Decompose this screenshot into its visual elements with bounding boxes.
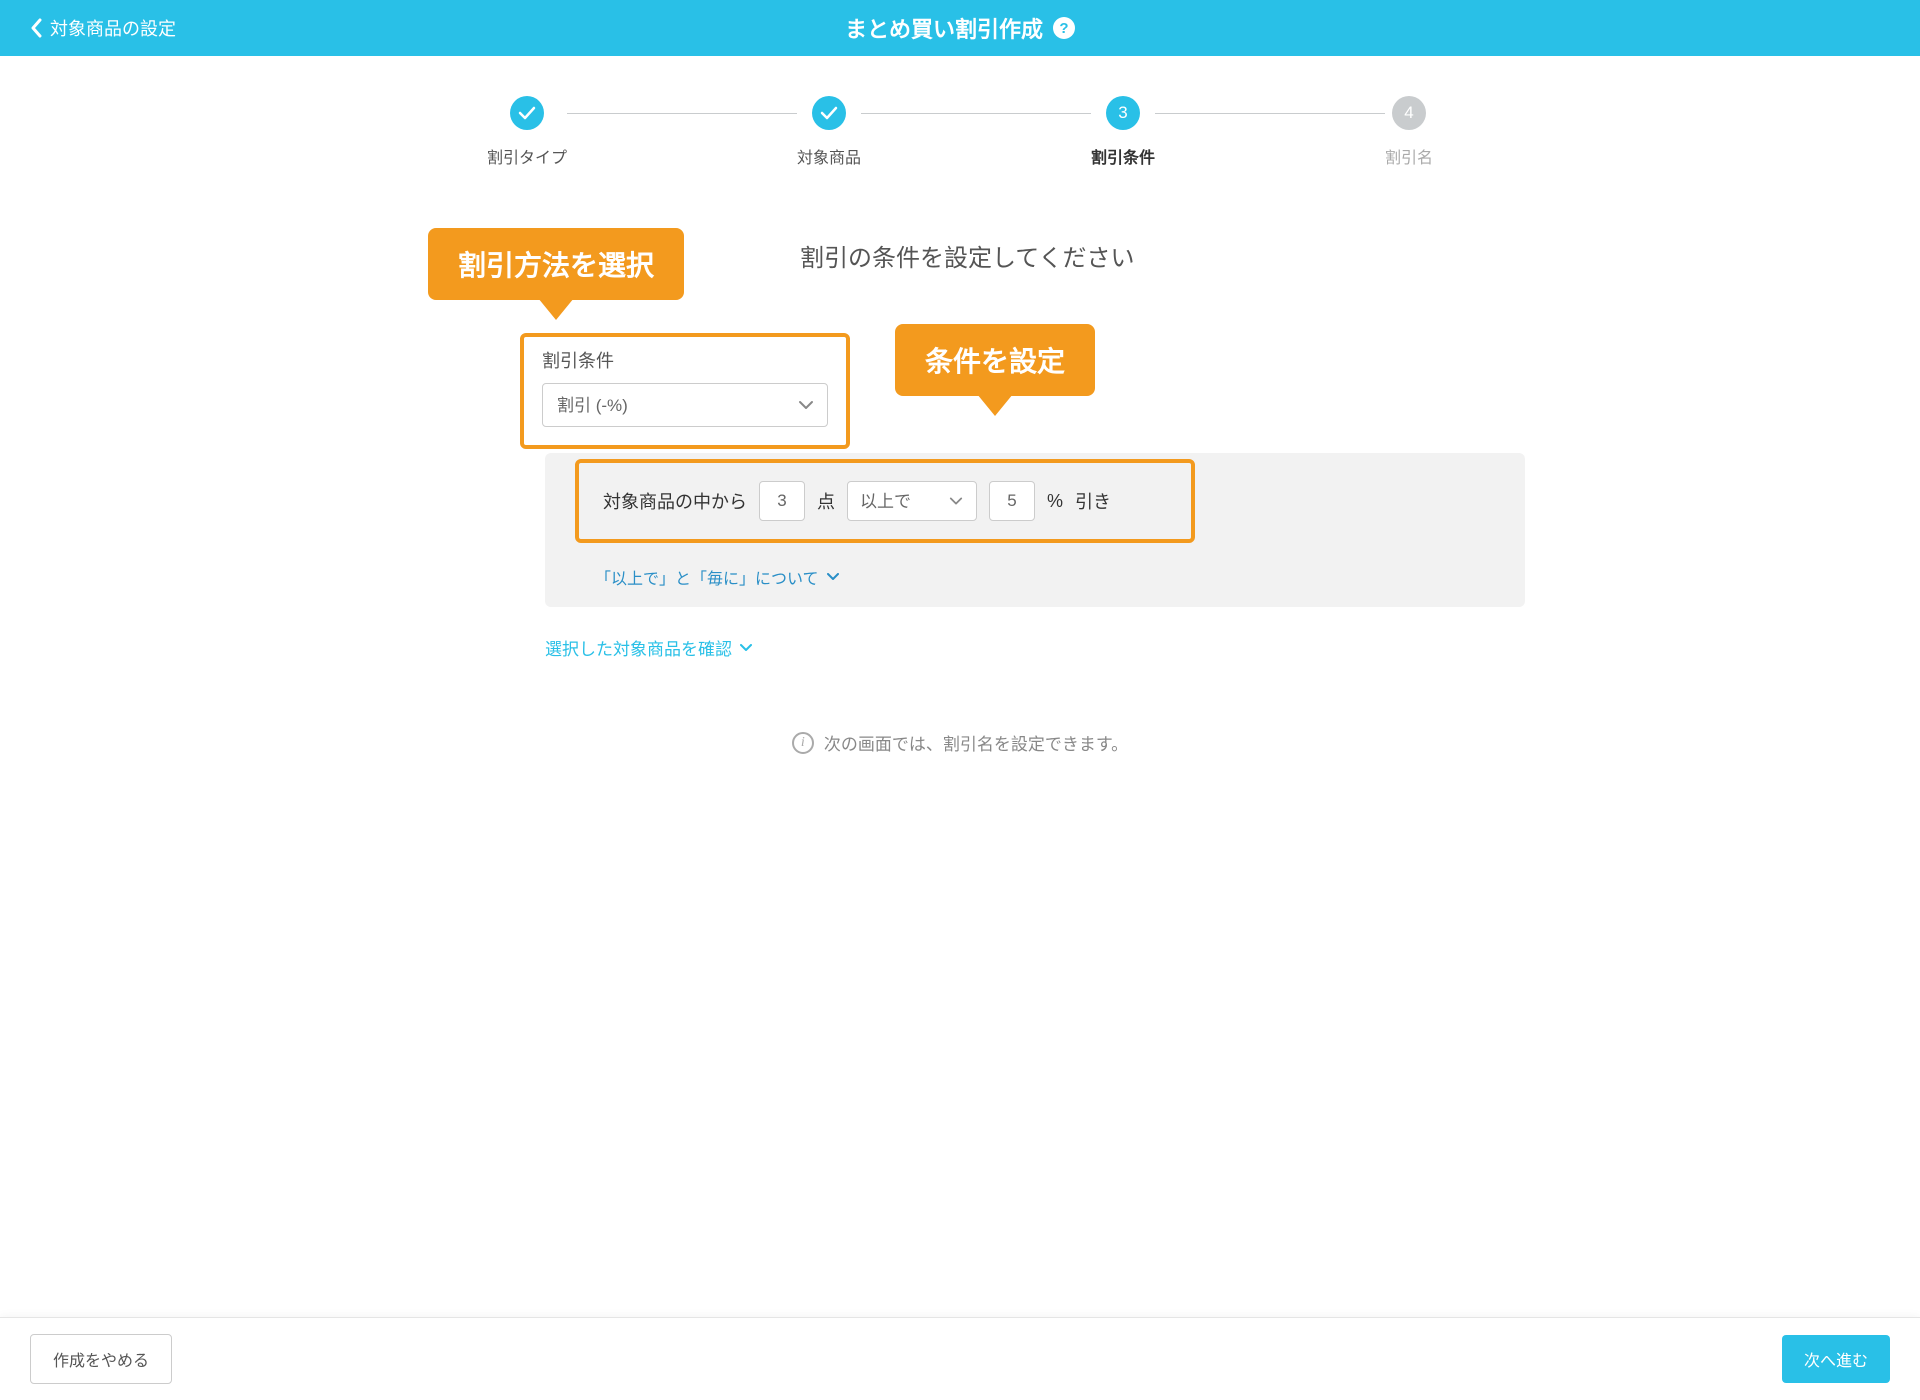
quantity-unit: 点 [817,488,835,514]
callout-set-condition: 条件を設定 [895,324,1095,396]
percent-input[interactable] [989,481,1035,521]
step-indicator [510,96,544,130]
percent-symbol: % [1047,491,1063,512]
chevron-down-icon [740,644,752,652]
check-icon [518,106,536,120]
help-icon[interactable]: ? [1053,17,1075,39]
step-label: 割引タイプ [487,144,567,168]
step-label: 対象商品 [797,144,861,168]
step-indicator: 3 [1106,96,1140,130]
info-icon: i [792,732,814,754]
callout-arrow-icon [538,298,574,320]
check-icon [820,106,838,120]
step-label: 割引条件 [1091,144,1155,168]
callout-text: 条件を設定 [925,346,1065,377]
operator-select[interactable]: 以上で [847,481,977,521]
back-label: 対象商品の設定 [50,15,176,41]
discount-type-label: 割引条件 [542,347,828,373]
step-label: 割引名 [1385,144,1433,168]
discount-type-select-wrap: 割引 (-%) [542,383,828,427]
content-area: 割引方法を選択 条件を設定 割引の条件を設定してください 割引条件 割引 (-%… [320,238,1600,755]
step-discount-type: 割引タイプ [487,96,567,168]
step-target-products: 対象商品 [797,96,861,168]
stepper: 割引タイプ 対象商品 3 割引条件 4 割引名 [320,96,1600,168]
operator-select-wrap: 以上で [847,481,977,521]
step-discount-condition: 3 割引条件 [1091,96,1155,168]
about-link[interactable]: 「以上で」と「毎に」について [575,565,1495,589]
footer-bar: 作成をやめる 次へ進む [0,1317,1920,1400]
confirm-products-link[interactable]: 選択した対象商品を確認 [545,635,1480,660]
next-button[interactable]: 次へ進む [1782,1335,1890,1383]
step-discount-name: 4 割引名 [1385,96,1433,168]
page-title: まとめ買い割引作成 [845,12,1043,44]
step-indicator: 4 [1392,96,1426,130]
cancel-button[interactable]: 作成をやめる [30,1334,172,1384]
step-connector [1155,113,1385,114]
back-button[interactable]: 対象商品の設定 [30,15,176,41]
discount-type-select[interactable]: 割引 (-%) [542,383,828,427]
info-row: i 次の画面では、割引名を設定できます。 [440,730,1480,755]
page-header: 対象商品の設定 まとめ買い割引作成 ? [0,0,1920,56]
callout-arrow-icon [977,394,1013,416]
quantity-input[interactable] [759,481,805,521]
header-title-wrap: まとめ買い割引作成 ? [845,12,1075,44]
about-link-text: 「以上で」と「毎に」について [595,565,819,589]
chevron-down-icon [827,573,839,581]
step-indicator [812,96,846,130]
condition-panel: 対象商品の中から 点 以上で % 引き 「以上で」と「毎に」について [545,453,1525,607]
confirm-link-text: 選択した対象商品を確認 [545,635,732,660]
section-title: 割引の条件を設定してください [800,238,1480,273]
condition-prefix: 対象商品の中から [603,488,747,514]
main-content: 割引タイプ 対象商品 3 割引条件 4 割引名 割引方法を選択 [320,56,1600,1400]
callout-discount-method: 割引方法を選択 [428,228,684,300]
condition-suffix: 引き [1075,488,1111,514]
condition-row: 対象商品の中から 点 以上で % 引き [575,459,1195,543]
info-text: 次の画面では、割引名を設定できます。 [824,730,1128,755]
step-connector [861,113,1091,114]
chevron-left-icon [30,18,42,38]
step-connector [567,113,797,114]
discount-type-box: 割引条件 割引 (-%) [520,333,850,449]
callout-text: 割引方法を選択 [458,250,654,281]
